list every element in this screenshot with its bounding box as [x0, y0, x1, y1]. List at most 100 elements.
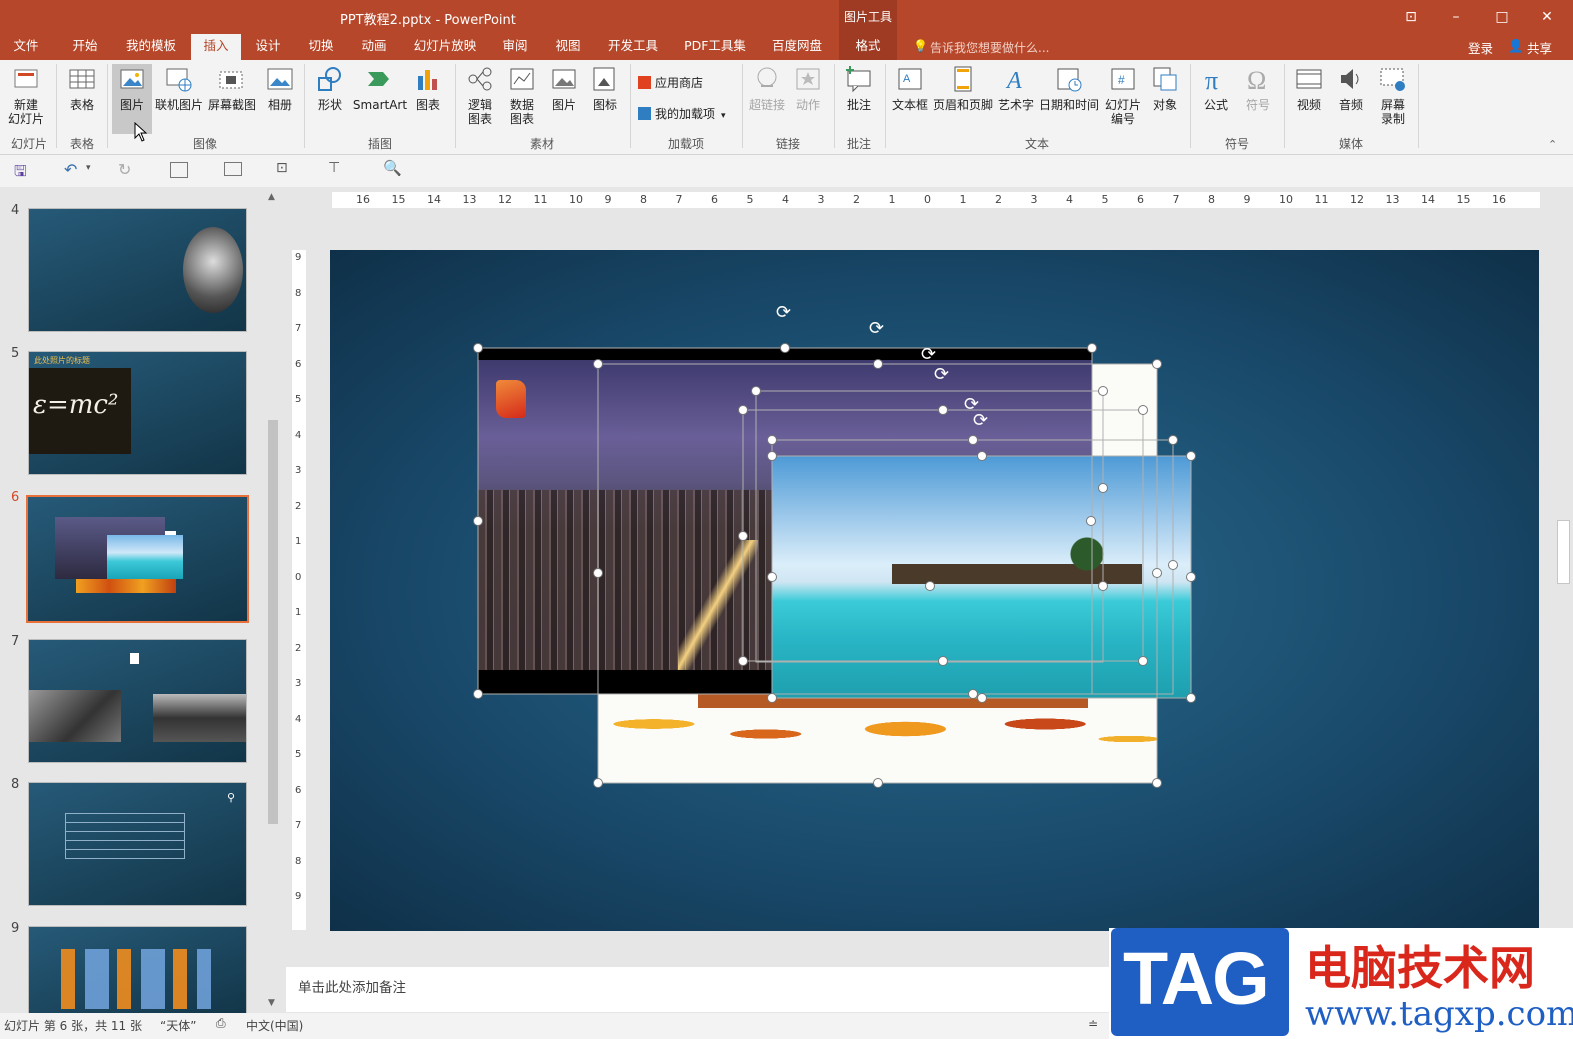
- audio-button[interactable]: 音频: [1332, 64, 1370, 112]
- slide-number-button[interactable]: # 幻灯片 编号: [1102, 64, 1144, 126]
- notes-toggle-icon[interactable]: ≐: [1088, 1017, 1098, 1031]
- slide-thumbnail-4[interactable]: [28, 208, 247, 332]
- screen-record-button[interactable]: 屏幕 录制: [1374, 64, 1412, 126]
- resize-handle[interactable]: [767, 572, 777, 582]
- rotate-handle-icon[interactable]: ⟳: [973, 410, 988, 431]
- resize-handle[interactable]: [1186, 693, 1196, 703]
- tab-developer[interactable]: 开发工具: [600, 34, 666, 60]
- online-picture-button[interactable]: 联机图片: [154, 64, 204, 112]
- close-button[interactable]: ✕: [1534, 6, 1560, 28]
- photo-album-button[interactable]: 相册: [262, 64, 298, 112]
- resize-handle[interactable]: [751, 386, 761, 396]
- tab-home[interactable]: 开始: [62, 34, 108, 60]
- icon-button[interactable]: 图标: [586, 64, 624, 112]
- video-button[interactable]: 视频: [1290, 64, 1328, 112]
- collapse-ribbon-icon[interactable]: ⌃: [1548, 138, 1557, 151]
- tab-format[interactable]: 格式: [839, 34, 897, 60]
- table-button[interactable]: 表格: [62, 64, 102, 112]
- tab-insert[interactable]: 插入: [191, 34, 241, 60]
- present-icon[interactable]: ⊡: [276, 160, 288, 176]
- resize-handle[interactable]: [938, 405, 948, 415]
- resize-handle[interactable]: [1168, 560, 1178, 570]
- tab-pdf-tools[interactable]: PDF工具集: [678, 34, 752, 60]
- resize-handle[interactable]: [738, 531, 748, 541]
- resize-handle[interactable]: [767, 451, 777, 461]
- header-footer-button[interactable]: 页眉和页脚: [932, 64, 994, 112]
- resize-handle[interactable]: [1152, 568, 1162, 578]
- rotate-handle-icon[interactable]: ⟳: [921, 344, 936, 365]
- object-button[interactable]: 对象: [1146, 64, 1184, 112]
- slide-scroll-thumb[interactable]: [1557, 520, 1570, 584]
- resize-handle[interactable]: [938, 656, 948, 666]
- tab-slideshow[interactable]: 幻灯片放映: [408, 34, 482, 60]
- tab-baidu-netdisk[interactable]: 百度网盘: [764, 34, 830, 60]
- comment-button[interactable]: 批注: [840, 64, 878, 112]
- minimize-button[interactable]: –: [1443, 6, 1469, 28]
- resize-handle[interactable]: [1098, 386, 1108, 396]
- resize-handle[interactable]: [593, 778, 603, 788]
- resize-handle[interactable]: [873, 778, 883, 788]
- resize-handle[interactable]: [738, 656, 748, 666]
- layout-icon[interactable]: [224, 162, 242, 176]
- my-addins-button[interactable]: 我的加载项 ▾: [638, 105, 726, 122]
- new-slide-button[interactable]: 新建 幻灯片: [2, 64, 50, 126]
- resize-handle[interactable]: [473, 689, 483, 699]
- resize-handle[interactable]: [780, 343, 790, 353]
- slideshow-icon[interactable]: ⊤: [328, 160, 340, 176]
- slide-canvas[interactable]: ⟳ ⟳ ⟳ ⟳ ⟳ ⟳: [330, 250, 1539, 931]
- notes-placeholder[interactable]: 单击此处添加备注: [298, 976, 406, 996]
- resize-handle[interactable]: [968, 435, 978, 445]
- tab-review[interactable]: 审阅: [494, 34, 536, 60]
- scroll-thumb[interactable]: [268, 420, 278, 824]
- textbox-button[interactable]: A 文本框: [890, 64, 930, 112]
- logic-chart-button[interactable]: 逻辑 图表: [460, 64, 500, 126]
- smartart-button[interactable]: SmartArt: [352, 64, 408, 112]
- slide-thumbnail-8[interactable]: ⚲: [28, 782, 247, 906]
- equation-button[interactable]: π 公式: [1196, 64, 1236, 112]
- tell-me-search[interactable]: 告诉我您想要做什么...: [930, 39, 1049, 56]
- slide-thumbnail-7[interactable]: [28, 639, 247, 763]
- ribbon-display-options-button[interactable]: ⊡: [1398, 6, 1424, 28]
- resize-handle[interactable]: [1186, 451, 1196, 461]
- resize-handle[interactable]: [593, 568, 603, 578]
- tab-transitions[interactable]: 切换: [300, 34, 342, 60]
- hyperlink-button[interactable]: 超链接: [746, 64, 788, 112]
- resize-handle[interactable]: [925, 581, 935, 591]
- share-button[interactable]: 共享: [1527, 38, 1552, 57]
- tab-file[interactable]: 文件: [4, 34, 48, 60]
- chart-button[interactable]: 图表: [410, 64, 446, 112]
- shapes-button[interactable]: 形状: [310, 64, 350, 112]
- redo-icon[interactable]: ↻: [118, 160, 131, 179]
- tab-design[interactable]: 设计: [247, 34, 289, 60]
- resize-handle[interactable]: [1138, 405, 1148, 415]
- from-start-icon[interactable]: [170, 162, 188, 178]
- print-preview-icon[interactable]: 🔍: [383, 159, 402, 177]
- resize-handle[interactable]: [1098, 483, 1108, 493]
- resize-handle[interactable]: [473, 343, 483, 353]
- data-chart-button[interactable]: 数据 图表: [502, 64, 542, 126]
- scroll-up-icon[interactable]: ▲: [268, 192, 275, 202]
- tab-animations[interactable]: 动画: [353, 34, 395, 60]
- maximize-button[interactable]: □: [1489, 6, 1515, 28]
- material-picture-button[interactable]: 图片: [544, 64, 584, 112]
- rotate-handle-icon[interactable]: ⟳: [776, 302, 791, 323]
- resize-handle[interactable]: [767, 435, 777, 445]
- resize-handle[interactable]: [977, 693, 987, 703]
- slide-scrollbar[interactable]: [1556, 192, 1570, 912]
- slide-thumbnail-6[interactable]: [26, 495, 249, 623]
- tab-my-templates[interactable]: 我的模板: [118, 34, 184, 60]
- resize-handle[interactable]: [1186, 572, 1196, 582]
- resize-handle[interactable]: [968, 689, 978, 699]
- login-link[interactable]: 登录: [1468, 38, 1493, 57]
- resize-handle[interactable]: [1152, 359, 1162, 369]
- spellcheck-icon[interactable]: ⎙: [216, 1016, 226, 1031]
- resize-handle[interactable]: [977, 451, 987, 461]
- language-status[interactable]: 中文(中国): [246, 1017, 303, 1034]
- resize-handle[interactable]: [1138, 656, 1148, 666]
- slide-thumbnail-5[interactable]: 此处照片的标题 ε=mc²: [28, 351, 247, 475]
- resize-handle[interactable]: [593, 359, 603, 369]
- rotate-handle-icon[interactable]: ⟳: [869, 318, 884, 339]
- scroll-down-icon[interactable]: ▼: [268, 998, 275, 1008]
- datetime-button[interactable]: 日期和时间: [1038, 64, 1100, 112]
- save-icon[interactable]: 🖫: [14, 161, 27, 186]
